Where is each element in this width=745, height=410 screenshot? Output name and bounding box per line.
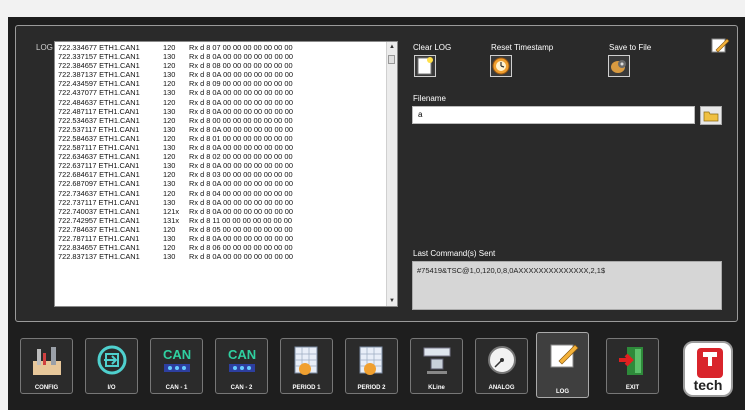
log-line: 722.437077 ETH1.CAN1 130 Rx d 8 0A 00 00 0…: [58, 88, 293, 98]
log-tab-label: LOG: [556, 389, 569, 395]
log-line: 722.337157 ETH1.CAN1 130 Rx d 8 0A 00 00 0…: [58, 52, 293, 62]
scroll-up-icon[interactable]: ▲: [388, 43, 396, 51]
analog-button[interactable]: ANALOG: [475, 338, 528, 394]
filename-input[interactable]: a: [412, 106, 695, 124]
logo-text: tech: [693, 377, 723, 393]
can-bus-icon: CAN: [163, 347, 191, 372]
analog-label: ANALOG: [488, 385, 515, 391]
gauge-icon: [488, 346, 516, 374]
reset-timestamp-button[interactable]: [490, 55, 512, 77]
reset-timestamp-label: Reset Timestamp: [491, 43, 554, 52]
exit-door-icon: [619, 347, 643, 375]
can1-button[interactable]: CAN CAN - 1: [150, 338, 203, 394]
log-line: 722.787117 ETH1.CAN1 130 Rx d 8 0A 00 00 0…: [58, 233, 293, 243]
io-icon: [97, 345, 127, 375]
config-label: CONFIG: [34, 385, 59, 391]
config-button[interactable]: CONFIG: [20, 338, 73, 394]
svg-text:CAN: CAN: [163, 347, 191, 362]
log-line: 722.387137 ETH1.CAN1 130 Rx d 8 0A 00 00 0…: [58, 70, 293, 80]
can1-label: CAN - 1: [165, 385, 188, 391]
log-line: 722.737117 ETH1.CAN1 130 Rx d 8 0A 00 00 0…: [58, 197, 293, 207]
svg-text:CAN: CAN: [228, 347, 256, 362]
log-scrollbar[interactable]: ▲ ▼: [386, 42, 397, 306]
log-line: 722.434597 ETH1.CAN1 120 Rx d 8 09 00 00 0…: [58, 79, 293, 89]
calendar-clock-icon: [294, 346, 318, 375]
log-line: 722.534637 ETH1.CAN1 120 Rx d 8 00 00 00 0…: [58, 115, 293, 125]
clear-log-label: Clear LOG: [413, 43, 452, 52]
log-line: 722.484637 ETH1.CAN1 120 Rx d 8 0A 00 00 0…: [58, 97, 293, 107]
can2-label: CAN - 2: [230, 385, 253, 391]
log-list[interactable]: 722.334677 ETH1.CAN1 120 Rx d 8 07 00 00 0…: [54, 41, 398, 307]
clear-log-button[interactable]: [414, 55, 436, 77]
log-line: 722.687097 ETH1.CAN1 130 Rx d 8 0A 00 00 0…: [58, 179, 293, 189]
save-to-file-label: Save to File: [609, 43, 652, 52]
log-line: 722.684617 ETH1.CAN1 120 Rx d 8 03 00 00 0…: [58, 170, 293, 180]
log-line: 722.587117 ETH1.CAN1 130 Rx d 8 0A 00 00 0…: [58, 143, 293, 153]
log-label: LOG: [36, 43, 53, 52]
io-label: I/O: [107, 385, 116, 391]
clock-reset-icon: [492, 57, 510, 75]
log-line: 722.784637 ETH1.CAN1 120 Rx d 8 05 00 00 0…: [58, 224, 293, 234]
io-button[interactable]: I/O: [85, 338, 138, 394]
exit-label: EXIT: [625, 385, 640, 391]
log-line: 722.384657 ETH1.CAN1 120 Rx d 8 08 00 00 0…: [58, 61, 293, 71]
browse-folder-button[interactable]: [700, 106, 722, 125]
kline-label: KLine: [428, 385, 445, 391]
notepad-icon[interactable]: [710, 36, 730, 54]
period1-button[interactable]: PERIOD 1: [280, 338, 333, 394]
scroll-down-icon[interactable]: ▼: [388, 297, 396, 305]
log-panel: LOG 722.334677 ETH1.CAN1 120 Rx d 8 07 00 …: [15, 25, 738, 322]
bottom-toolbar: CONFIG I/O CAN CAN - 1 CAN CAN - 2 PERIO…: [0, 330, 745, 410]
log-line: 722.584637 ETH1.CAN1 120 Rx d 8 01 00 00 0…: [58, 133, 293, 143]
new-document-icon: [417, 57, 433, 75]
period1-label: PERIOD 1: [292, 385, 321, 391]
notepad-icon: [550, 344, 579, 368]
log-line: 722.837137 ETH1.CAN1 130 Rx d 8 0A 00 00 0…: [58, 252, 293, 262]
period2-button[interactable]: PERIOD 2: [345, 338, 398, 394]
last-command-label: Last Command(s) Sent: [413, 249, 496, 258]
save-to-file-button[interactable]: [608, 55, 630, 77]
period2-label: PERIOD 2: [357, 385, 386, 391]
log-line: 722.637117 ETH1.CAN1 130 Rx d 8 0A 00 00 0…: [58, 161, 293, 171]
log-line: 722.487117 ETH1.CAN1 130 Rx d 8 0A 00 00 0…: [58, 106, 293, 116]
can2-button[interactable]: CAN CAN - 2: [215, 338, 268, 394]
log-line: 722.734637 ETH1.CAN1 120 Rx d 8 04 00 00 0…: [58, 188, 293, 198]
save-disk-icon: [611, 60, 626, 73]
log-line: 722.537117 ETH1.CAN1 130 Rx d 8 0A 00 00 0…: [58, 124, 293, 134]
log-line: 722.834657 ETH1.CAN1 120 Rx d 8 06 00 00 0…: [58, 243, 293, 253]
last-command-box: #75419&TSC@1,0,120,0,8,0AXXXXXXXXXXXXXX,…: [412, 261, 722, 310]
tech-logo: tech: [683, 341, 733, 397]
folder-icon: [703, 111, 719, 122]
log-line: 722.334677 ETH1.CAN1 120 Rx d 8 07 00 00 0…: [58, 43, 293, 52]
filename-label: Filename: [413, 94, 446, 103]
tools-icon: [33, 347, 61, 375]
log-line: 722.634637 ETH1.CAN1 120 Rx d 8 02 00 00 0…: [58, 152, 293, 162]
log-line: 722.742957 ETH1.CAN1 131x Rx d 8 11 00 00 …: [58, 215, 293, 225]
scroll-thumb[interactable]: [388, 55, 395, 64]
computer-icon: [423, 347, 451, 374]
log-lines: 722.334677 ETH1.CAN1 120 Rx d 8 07 00 00 0…: [58, 43, 369, 261]
calendar-clock-icon: [359, 346, 383, 375]
can-bus-icon: CAN: [228, 347, 256, 372]
log-tab-button[interactable]: LOG: [536, 332, 589, 398]
exit-button[interactable]: EXIT: [606, 338, 659, 394]
kline-button[interactable]: KLine: [410, 338, 463, 394]
log-line: 722.740037 ETH1.CAN1 121x Rx d 8 0A 00 00 …: [58, 206, 293, 216]
